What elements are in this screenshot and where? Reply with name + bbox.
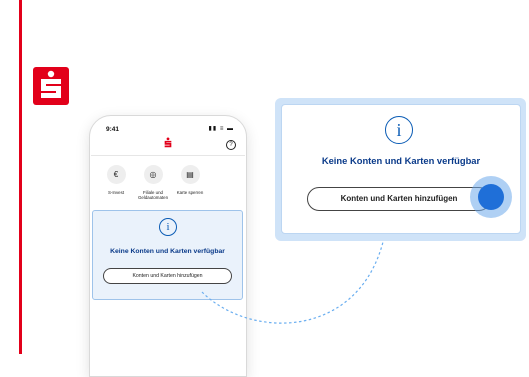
add-accounts-button[interactable]: Konten und Karten hinzufügen [307, 187, 491, 211]
tap-indicator [478, 184, 504, 210]
empty-state-title: Keine Konten und Karten verfügbar [321, 155, 481, 166]
info-icon: i [385, 116, 413, 144]
